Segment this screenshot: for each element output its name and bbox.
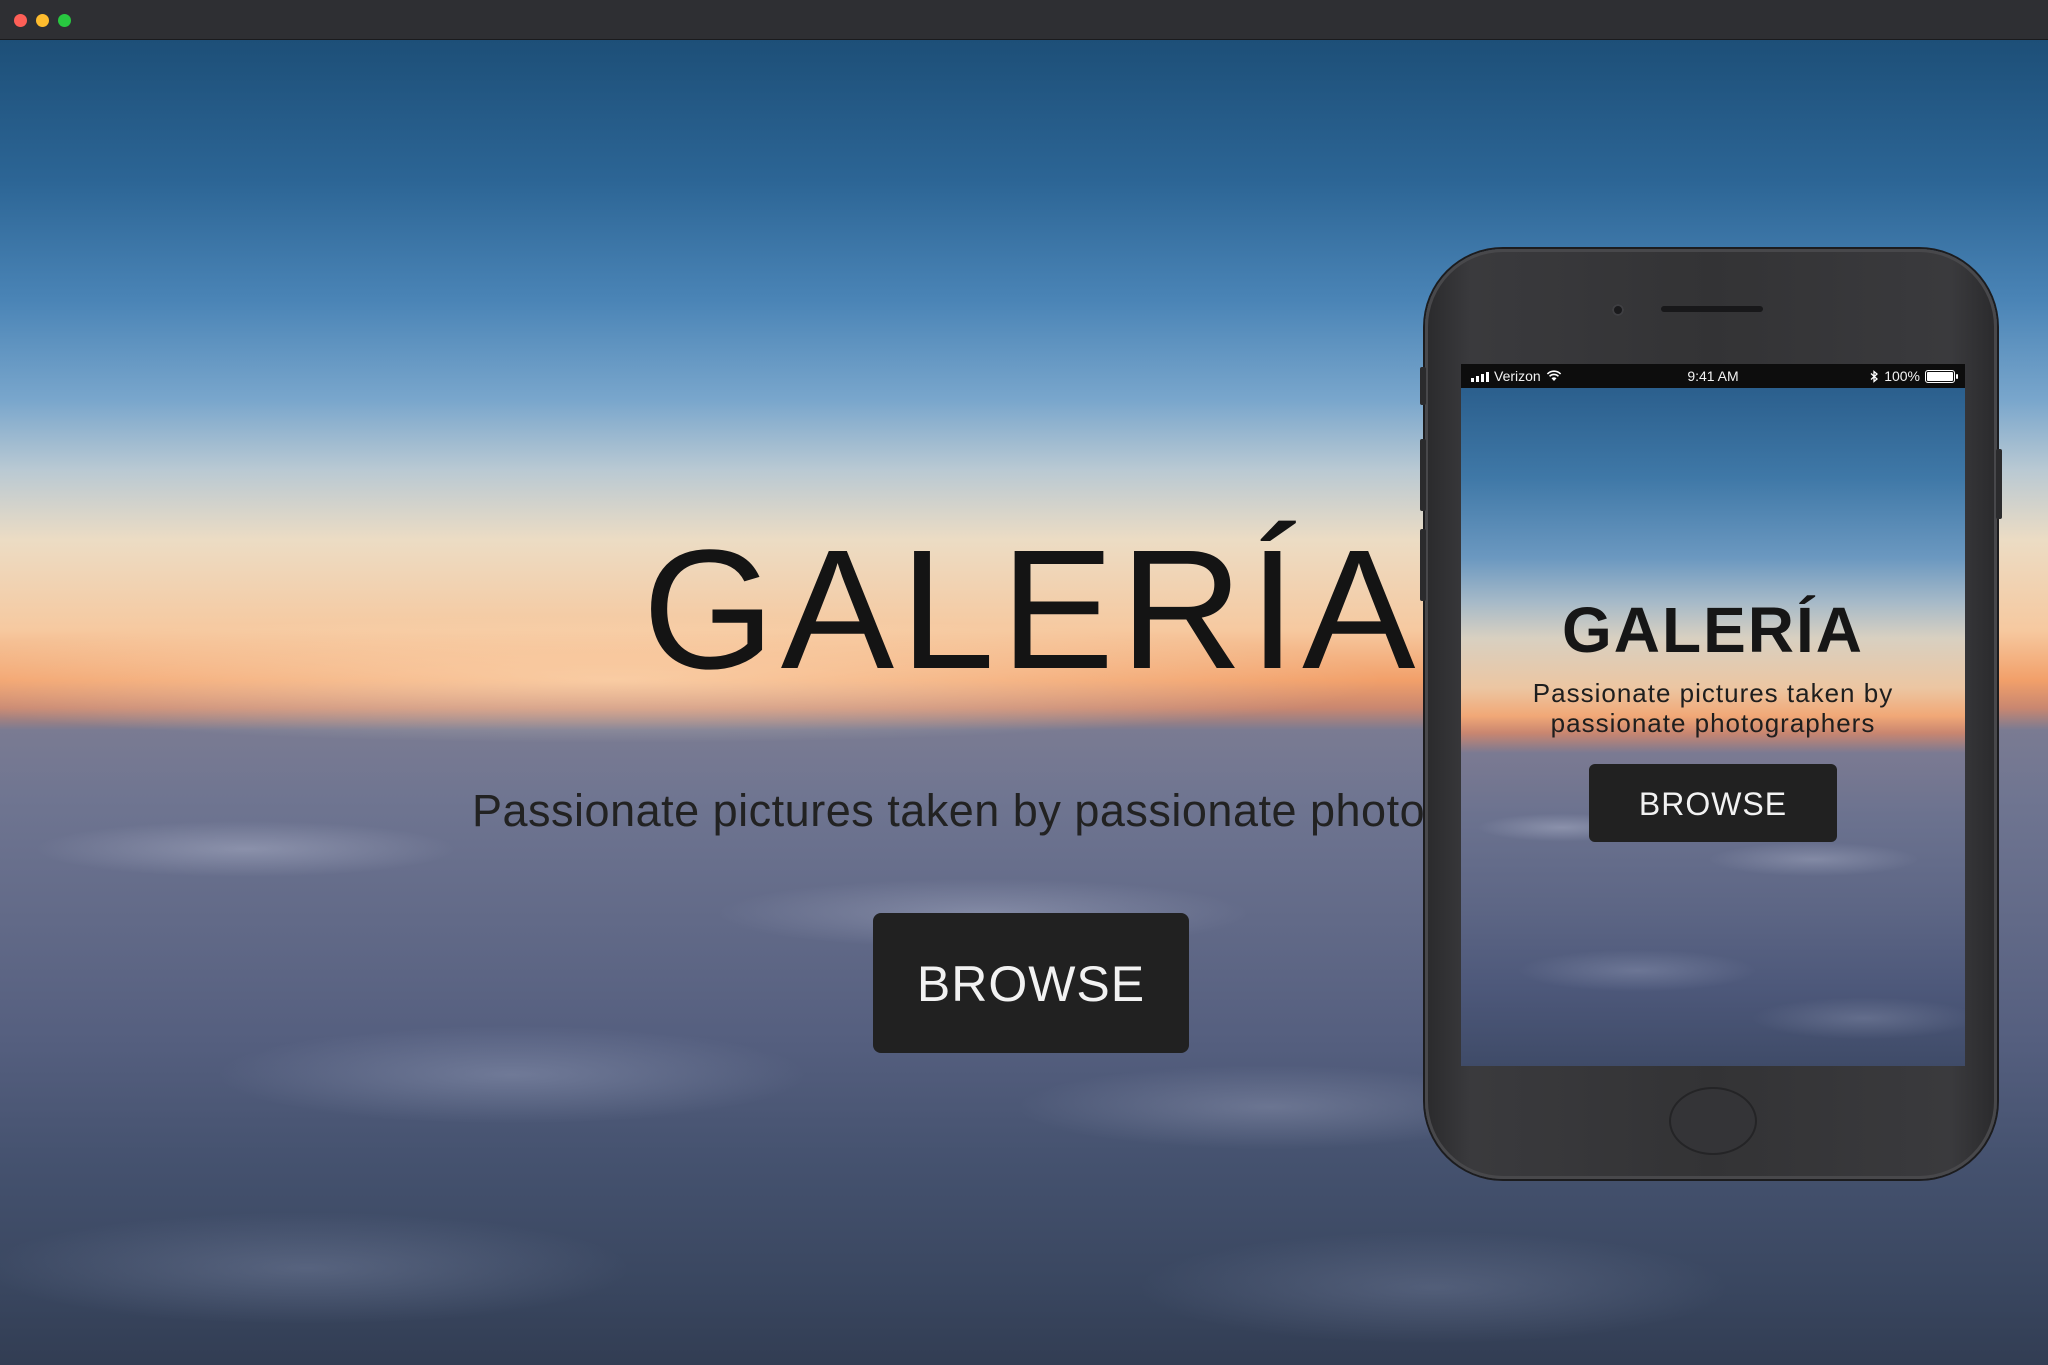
front-camera-icon <box>1612 304 1624 316</box>
battery-percent: 100% <box>1884 368 1920 384</box>
phone-mockup: Verizon 9:41 AM 100% GALERÍA Passionate … <box>1420 249 2002 1179</box>
home-button[interactable] <box>1669 1087 1757 1155</box>
power-button <box>1996 449 2002 519</box>
mobile-subtitle-line-2: passionate photographers <box>1550 708 1876 738</box>
mobile-browse-button[interactable]: BROWSE <box>1589 764 1837 842</box>
hero-subtitle: Passionate pictures taken by passionate … <box>472 785 1451 836</box>
battery-icon <box>1925 369 1958 383</box>
mobile-subtitle-line-1: Passionate pictures taken by <box>1532 678 1894 708</box>
mobile-hero-title: GALERÍA <box>1562 594 1864 666</box>
phone-screen: Verizon 9:41 AM 100% GALERÍA Passionate … <box>1461 364 1965 1066</box>
volume-up-button <box>1420 439 1426 511</box>
mobile-hero-subtitle: Passionate pictures taken by passionate … <box>1461 678 1965 738</box>
phone-status-bar: Verizon 9:41 AM 100% <box>1461 364 1965 388</box>
minimize-window-button[interactable] <box>36 14 49 27</box>
mobile-viewport: GALERÍA Passionate pictures taken by pas… <box>1461 388 1965 1066</box>
window-titlebar <box>0 0 2048 40</box>
earpiece-speaker <box>1661 306 1763 312</box>
mute-switch <box>1420 367 1426 405</box>
close-window-button[interactable] <box>14 14 27 27</box>
zoom-window-button[interactable] <box>58 14 71 27</box>
browse-button[interactable]: BROWSE <box>873 913 1189 1053</box>
volume-down-button <box>1420 529 1426 601</box>
bluetooth-icon <box>1870 369 1879 383</box>
